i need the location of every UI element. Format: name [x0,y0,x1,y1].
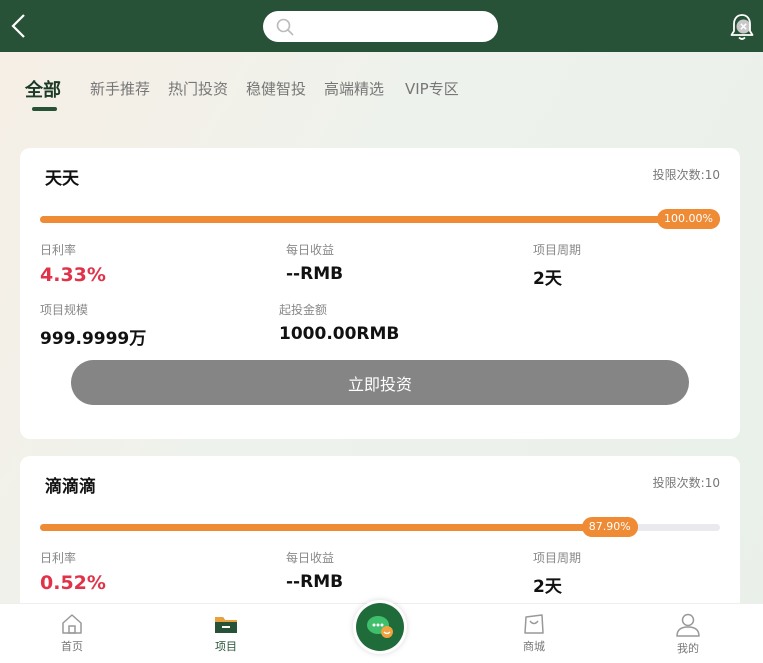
project-period-value: 2天 [533,577,562,597]
project-period-value: 2天 [533,269,562,289]
invest-limit: 投限次数:10 [652,168,720,182]
min-investment-value: 1000.00RMB [279,324,400,344]
min-investment-label: 起投金额 [279,303,328,317]
category-tabs: 全部 新手推荐 热门投资 稳健智投 高端精选 VIP专区 [0,70,763,115]
tab-hot[interactable]: 热门投资 [168,78,228,99]
daily-rate: 日利率 4.33% [40,241,106,286]
active-tab-indicator [32,107,57,111]
invest-now-button[interactable]: 立即投资 [71,360,689,405]
progress-badge: 100.00% [657,209,720,229]
project-name: 滴滴滴 [45,477,96,497]
tab-newbie[interactable]: 新手推荐 [90,78,150,99]
project-scale-value: 999.9999万 [40,329,147,349]
back-arrow-icon[interactable] [8,11,30,41]
daily-income-value: --RMB [286,572,344,592]
nav-home-label: 首页 [61,640,83,653]
nav-shop-label: 商城 [523,640,545,653]
daily-income-label: 每日收益 [286,551,335,565]
progress-fill [40,216,720,223]
folder-icon [215,617,237,633]
project-scale: 项目规模 999.9999万 [40,301,146,349]
user-icon [676,613,700,637]
nav-chat[interactable] [353,600,407,654]
daily-rate-value: 4.33% [40,264,106,286]
tab-vip[interactable]: VIP专区 [405,78,459,99]
daily-income-label: 每日收益 [286,243,335,257]
bottom-nav: 首页 项目 商城 我的 [0,600,763,663]
progress-bar: 87.90% [40,517,720,537]
daily-income: 每日收益 --RMB [286,549,343,592]
tab-all[interactable]: 全部 [25,76,61,102]
progress-bar: 100.00% [40,209,720,229]
nav-mine-label: 我的 [677,642,699,655]
daily-rate-label: 日利率 [40,551,77,565]
project-period-label: 项目周期 [533,551,582,565]
project-name: 天天 [45,169,79,189]
nav-projects-label: 项目 [215,640,237,653]
progress-fill [40,524,638,531]
chat-icon [356,603,404,651]
project-period: 项目周期 2天 [533,241,581,289]
daily-rate: 日利率 0.52% [40,549,106,594]
search-icon [276,18,294,36]
top-header [0,0,763,52]
bell-icon[interactable] [729,12,755,42]
daily-rate-value: 0.52% [40,572,106,594]
search-input[interactable] [301,15,461,38]
shop-bag-icon [524,614,544,634]
daily-income: 每日收益 --RMB [286,241,343,284]
nav-projects[interactable]: 项目 [186,612,266,654]
tab-steady[interactable]: 稳健智投 [246,78,306,99]
search-bar[interactable] [263,11,751,42]
project-period-label: 项目周期 [533,243,582,257]
home-icon [62,614,82,634]
daily-income-value: --RMB [286,264,344,284]
nav-home[interactable]: 首页 [32,612,112,654]
project-card[interactable]: 天天 投限次数:10 100.00% 日利率 4.33% 每日收益 --RMB … [20,148,740,439]
tab-premium[interactable]: 高端精选 [324,78,384,99]
project-period: 项目周期 2天 [533,549,581,597]
daily-rate-label: 日利率 [40,243,77,257]
progress-badge: 87.90% [581,517,638,537]
invest-limit: 投限次数:10 [652,476,720,490]
nav-mine[interactable]: 我的 [648,612,728,656]
min-investment: 起投金额 1000.00RMB [279,301,399,344]
project-card[interactable]: 滴滴滴 投限次数:10 87.90% 日利率 0.52% 每日收益 --RMB … [20,456,740,616]
nav-shop[interactable]: 商城 [494,612,574,654]
project-scale-label: 项目规模 [40,303,89,317]
